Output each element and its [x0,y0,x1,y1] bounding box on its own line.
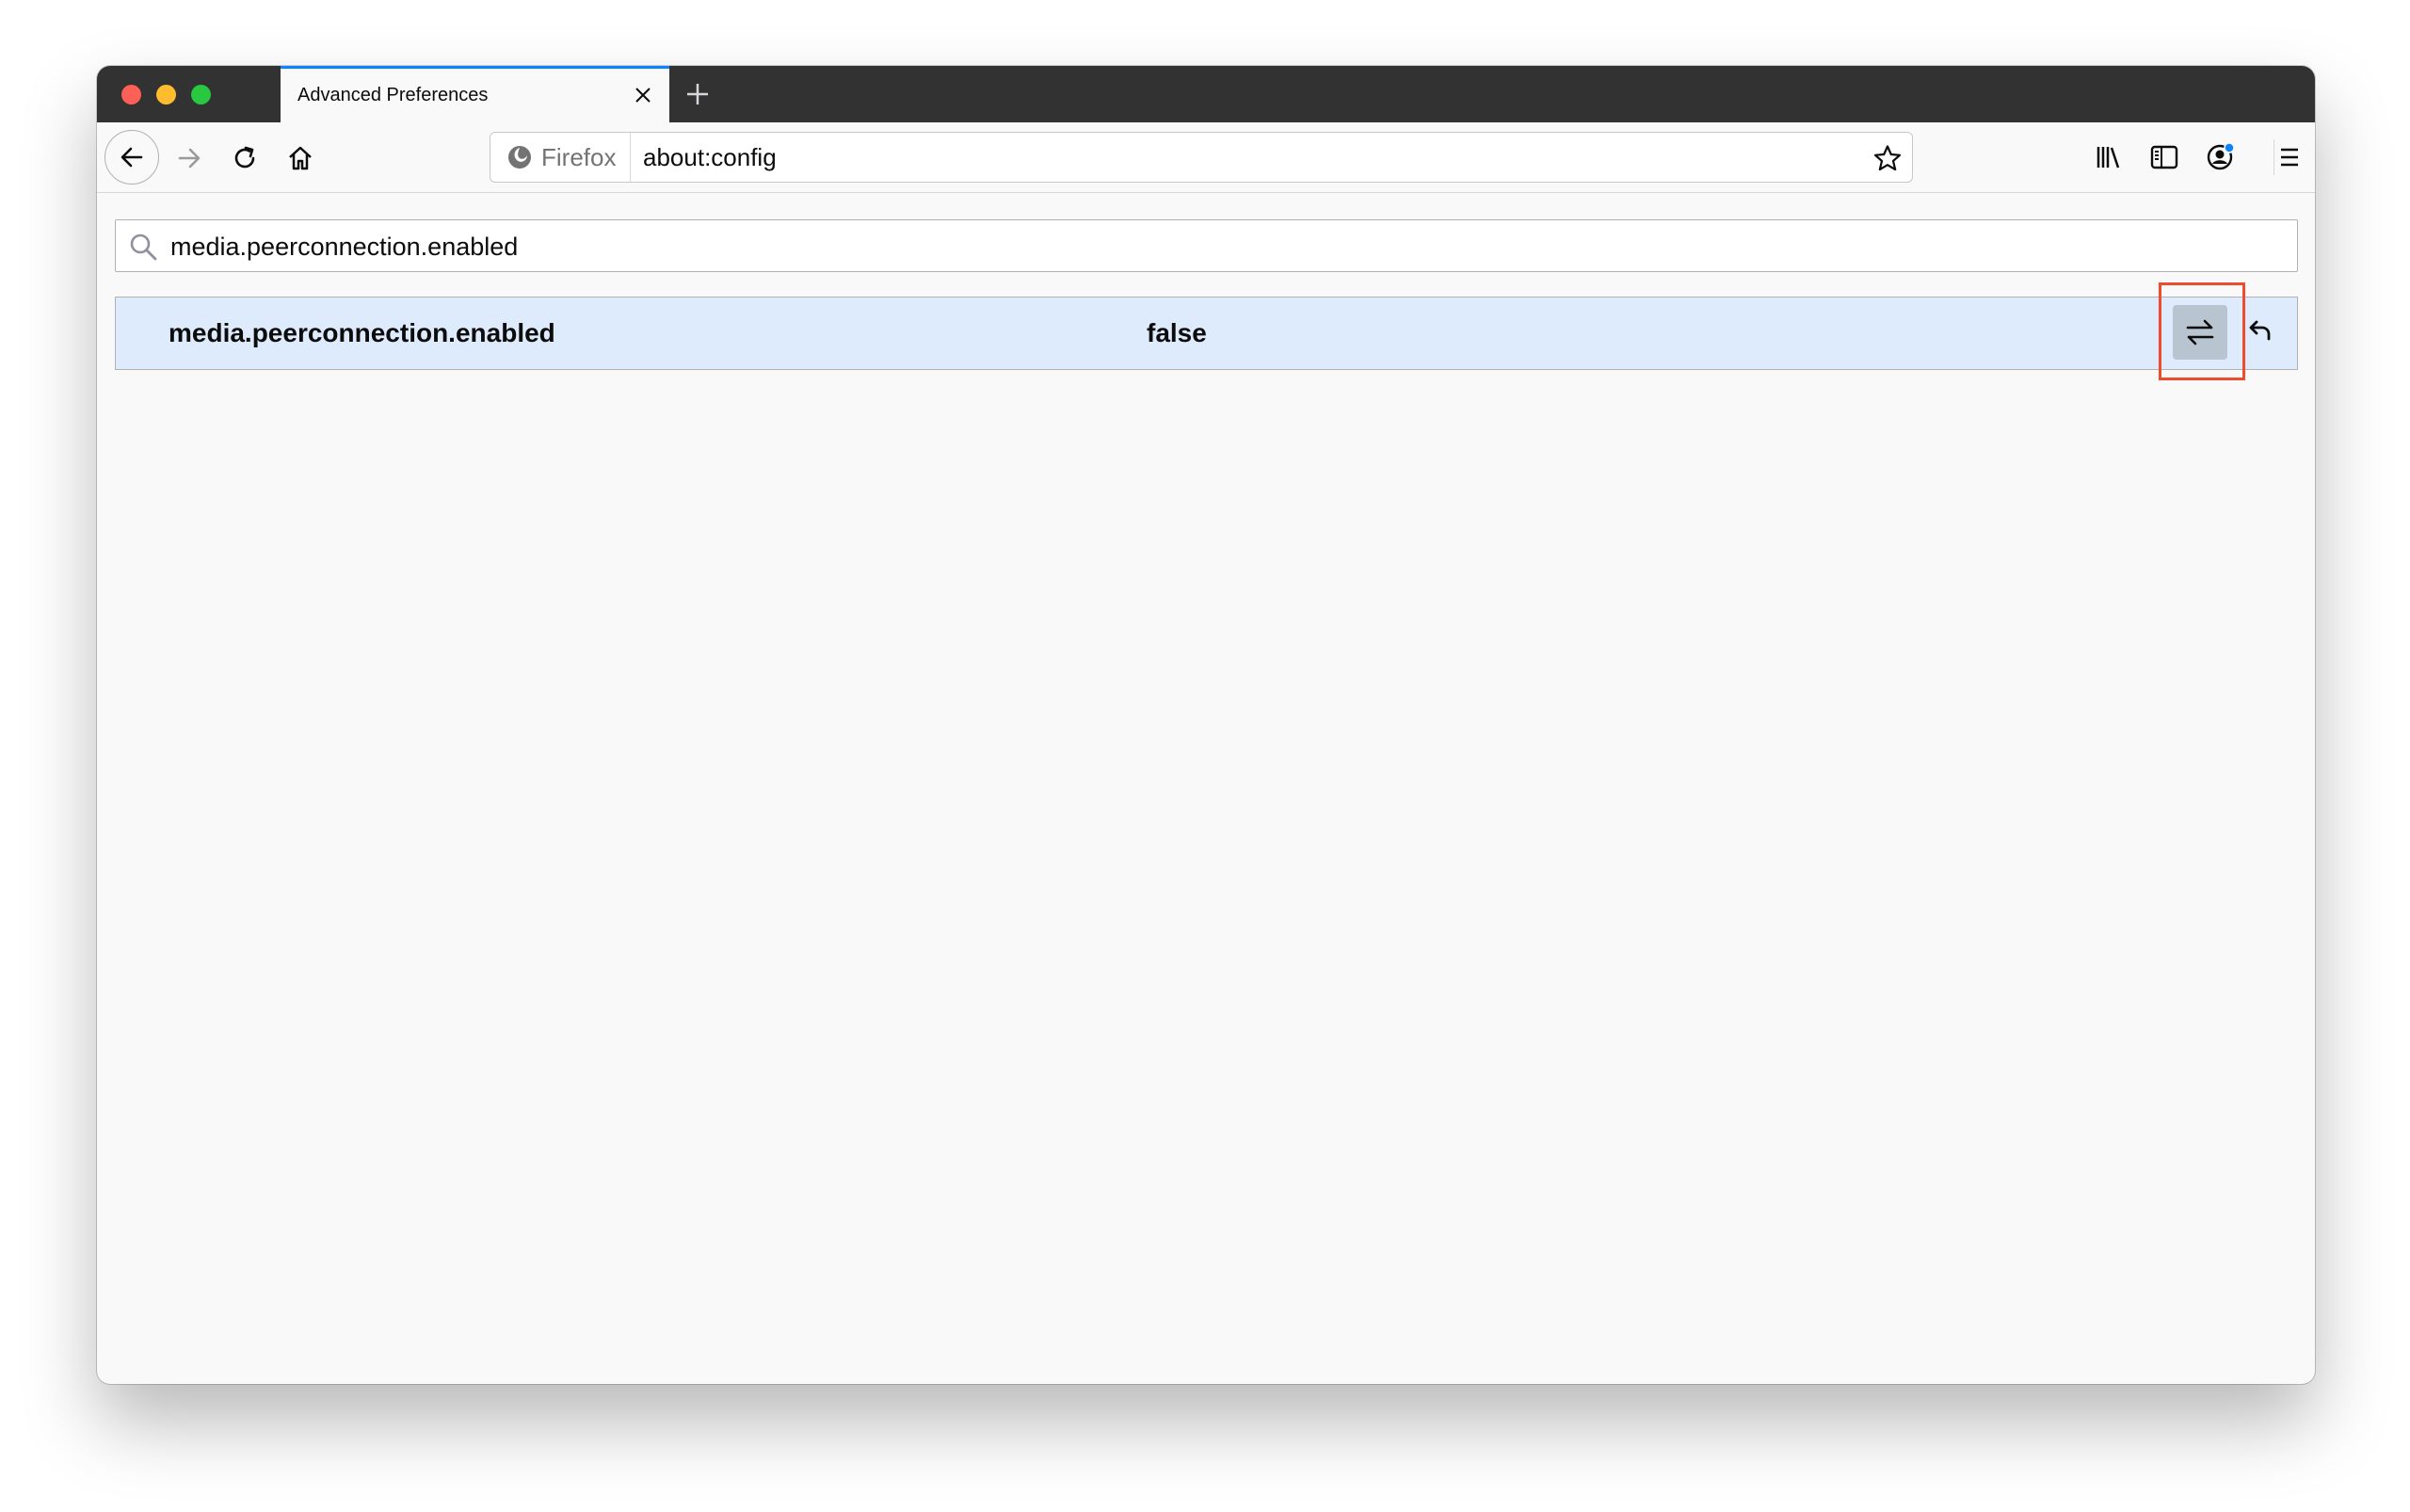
minimize-window-button[interactable] [156,85,176,105]
tab-advanced-preferences[interactable]: Advanced Preferences [281,66,669,122]
arrow-right-icon[interactable] [174,143,204,173]
tab-bar: Advanced Preferences [97,66,2315,122]
browser-window: Advanced Preferences Firefox about:confi… [97,66,2315,1384]
close-icon[interactable] [632,84,654,106]
navigation-toolbar: Firefox about:config [97,122,2315,193]
undo-icon [2249,320,2271,341]
hamburger-menu-icon[interactable] [2273,141,2306,173]
url-bar[interactable]: Firefox about:config [490,132,1913,183]
home-icon[interactable] [285,143,315,173]
search-icon [130,233,157,261]
preference-search-box [115,219,2298,273]
reload-icon[interactable] [230,143,260,173]
preference-value: false [1147,318,1207,347]
identity-label: Firefox [541,142,617,171]
reset-button[interactable] [2241,314,2277,350]
close-window-button[interactable] [121,85,141,105]
preference-name: media.peerconnection.enabled [169,318,555,347]
table-row[interactable]: media.peerconnection.enabled false [115,282,2298,380]
search-input[interactable] [169,220,2281,273]
toggle-button[interactable] [2173,305,2227,360]
star-icon[interactable] [1872,143,1903,173]
zoom-window-button[interactable] [191,85,211,105]
sidebar-icon[interactable] [2148,141,2180,173]
library-icon[interactable] [2093,141,2125,173]
account-icon[interactable] [2204,141,2236,173]
arrow-left-icon [120,147,143,168]
toggle-arrows-icon [2186,319,2214,346]
identity-box[interactable]: Firefox [490,133,631,182]
plus-icon[interactable] [683,79,713,109]
back-button[interactable] [104,130,159,185]
url-text[interactable]: about:config [643,143,777,172]
tab-title: Advanced Preferences [297,85,489,105]
firefox-icon [508,146,531,169]
